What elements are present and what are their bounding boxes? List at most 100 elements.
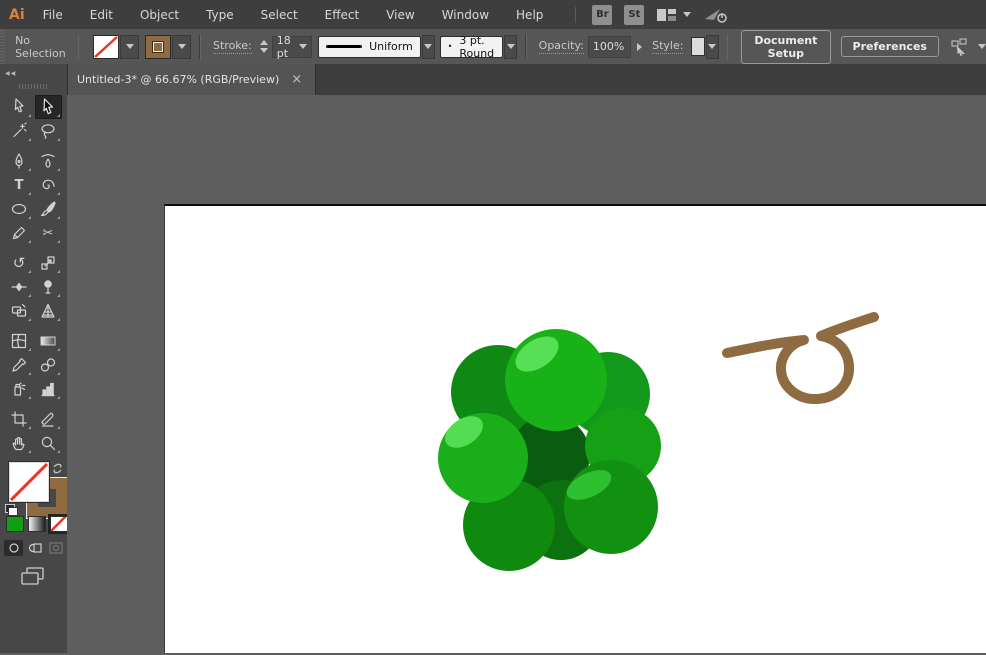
width-profile-value: Uniform bbox=[369, 40, 413, 53]
type-tool[interactable]: T bbox=[6, 173, 33, 197]
gradient-button[interactable] bbox=[28, 516, 46, 532]
puppet-warp-tool[interactable] bbox=[35, 275, 62, 299]
collapse-panel-button[interactable]: ◀◀ bbox=[0, 64, 67, 77]
menu-item-window[interactable]: Window bbox=[440, 6, 491, 24]
tab-close-icon[interactable]: × bbox=[291, 73, 302, 86]
none-button[interactable] bbox=[48, 514, 70, 534]
stroke-panel-link[interactable]: Stroke: bbox=[213, 39, 252, 54]
selection-status: No Selection bbox=[15, 33, 66, 60]
stock-button[interactable]: St bbox=[624, 4, 645, 25]
zoom-tool[interactable] bbox=[35, 431, 62, 455]
canvas-area[interactable] bbox=[67, 95, 986, 653]
draw-inside-button[interactable] bbox=[46, 540, 65, 556]
rotate-tool[interactable]: ↺ bbox=[6, 251, 33, 275]
menu-item-file[interactable]: File bbox=[41, 6, 65, 24]
gpu-performance-icon[interactable] bbox=[703, 6, 729, 24]
document-tab[interactable]: Untitled-3* @ 66.67% (RGB/Preview) × bbox=[67, 64, 316, 95]
stroke-color-dropdown[interactable] bbox=[172, 34, 192, 59]
app-logo[interactable]: Ai bbox=[9, 7, 25, 23]
lasso-tool[interactable] bbox=[35, 119, 62, 143]
magic-wand-tool[interactable] bbox=[6, 119, 33, 143]
tools-panel: ◀◀ T ✂ ↺ bbox=[0, 64, 70, 653]
pen-tool[interactable] bbox=[6, 149, 33, 173]
fill-swatch[interactable] bbox=[8, 461, 50, 503]
hand-tool[interactable] bbox=[6, 431, 33, 455]
draw-behind-button[interactable] bbox=[25, 540, 44, 556]
menu-item-effect[interactable]: Effect bbox=[323, 6, 362, 24]
paintbrush-tool[interactable] bbox=[35, 197, 62, 221]
brush-dropdown[interactable]: • 3 pt. Round bbox=[439, 34, 504, 60]
control-bar: No Selection Stroke: 18 pt Uniform • 3 p… bbox=[0, 29, 986, 65]
ellipse-tool[interactable] bbox=[6, 197, 33, 221]
default-fill-stroke-icon[interactable] bbox=[5, 504, 18, 516]
artboard-tool[interactable] bbox=[6, 407, 33, 431]
bridge-button[interactable]: Br bbox=[592, 4, 613, 25]
chevron-down-icon bbox=[177, 44, 186, 49]
fill-color-swatch[interactable] bbox=[93, 34, 120, 59]
width-profile-dropdown[interactable]: Uniform bbox=[318, 35, 421, 58]
grape-cluster[interactable] bbox=[438, 329, 661, 571]
chevron-down-icon bbox=[708, 44, 717, 49]
brush-chevron[interactable] bbox=[504, 34, 518, 59]
gradient-tool[interactable] bbox=[35, 329, 62, 353]
workspace-switcher[interactable] bbox=[656, 7, 692, 23]
menu-item-help[interactable]: Help bbox=[514, 6, 545, 24]
brown-curl-stroke[interactable] bbox=[722, 312, 879, 404]
align-options-icon[interactable] bbox=[950, 38, 972, 56]
selection-tool[interactable] bbox=[34, 95, 62, 119]
document-tab-bar: Untitled-3* @ 66.67% (RGB/Preview) × bbox=[67, 64, 986, 95]
perspective-grid-tool[interactable] bbox=[35, 299, 62, 323]
curvature-tool[interactable] bbox=[35, 149, 62, 173]
spiral-tool[interactable] bbox=[35, 173, 62, 197]
menu-item-view[interactable]: View bbox=[384, 6, 416, 24]
controlbar-grip[interactable] bbox=[0, 29, 6, 64]
scissors-tool[interactable]: ✂ bbox=[35, 221, 62, 245]
width-tool[interactable] bbox=[6, 275, 33, 299]
column-graph-tool[interactable] bbox=[35, 377, 62, 401]
shape-builder-tool[interactable] bbox=[6, 299, 33, 323]
menu-item-object[interactable]: Object bbox=[138, 6, 181, 24]
direct-selection-tool[interactable] bbox=[6, 95, 33, 119]
divider bbox=[726, 34, 729, 59]
tool-grid: T ✂ ↺ bbox=[0, 95, 67, 455]
pencil-tool[interactable] bbox=[6, 221, 33, 245]
swap-fill-stroke-icon[interactable] bbox=[51, 460, 64, 479]
symbol-sprayer-tool[interactable] bbox=[6, 377, 33, 401]
brush-preview-dot: • bbox=[447, 42, 453, 51]
blend-tool[interactable] bbox=[35, 353, 62, 377]
scale-tool[interactable] bbox=[35, 251, 62, 275]
panel-grip[interactable] bbox=[18, 84, 49, 89]
divider bbox=[77, 34, 80, 59]
chevron-down-icon bbox=[506, 44, 515, 49]
style-panel-link[interactable]: Style: bbox=[652, 39, 684, 54]
slice-tool[interactable] bbox=[35, 407, 62, 431]
color-button[interactable] bbox=[6, 516, 24, 532]
eyedropper-tool[interactable] bbox=[6, 353, 33, 377]
menu-item-type[interactable]: Type bbox=[204, 6, 236, 24]
mesh-tool[interactable] bbox=[6, 329, 33, 353]
fill-color-dropdown[interactable] bbox=[120, 34, 140, 59]
change-screen-mode-icon[interactable] bbox=[20, 566, 46, 590]
stroke-color-swatch[interactable] bbox=[145, 34, 172, 59]
menu-item-edit[interactable]: Edit bbox=[88, 6, 115, 24]
style-swatch[interactable] bbox=[691, 37, 705, 56]
chevron-down-icon bbox=[424, 44, 433, 49]
style-chevron[interactable] bbox=[705, 34, 719, 59]
artwork-svg bbox=[438, 312, 879, 571]
width-profile-chevron[interactable] bbox=[421, 34, 435, 59]
opacity-flyout-icon[interactable] bbox=[636, 42, 642, 51]
draw-normal-button[interactable] bbox=[4, 540, 23, 556]
artboard[interactable] bbox=[164, 204, 986, 653]
menu-item-select[interactable]: Select bbox=[259, 6, 300, 24]
document-setup-button[interactable]: Document Setup bbox=[741, 29, 831, 64]
opacity-field[interactable]: 100% bbox=[587, 35, 631, 58]
opacity-value: 100% bbox=[592, 40, 625, 53]
chevron-down-icon bbox=[125, 44, 134, 49]
stroke-weight-field[interactable]: 18 pt bbox=[271, 34, 312, 60]
opacity-panel-link[interactable]: Opacity: bbox=[538, 39, 584, 54]
step-up-icon bbox=[259, 40, 268, 45]
menu-bar: Ai File Edit Object Type Select Effect View Win… bbox=[0, 0, 986, 30]
stroke-weight-stepper[interactable] bbox=[259, 40, 268, 53]
preferences-button[interactable]: Preferences bbox=[840, 36, 939, 57]
step-down-icon bbox=[259, 48, 268, 53]
